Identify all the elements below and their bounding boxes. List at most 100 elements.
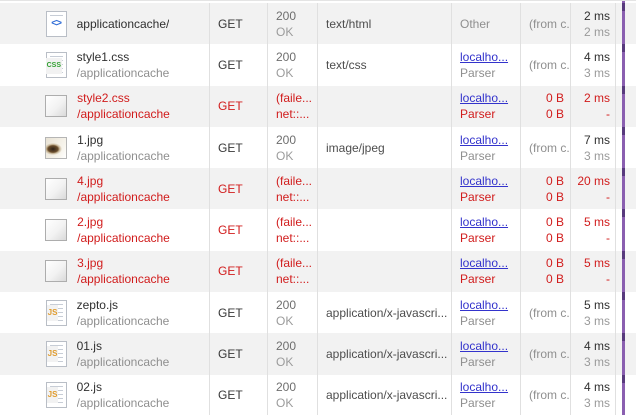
initiator-source: Parser (460, 271, 516, 287)
status-code: 200 (276, 8, 313, 24)
request-name: 02.js (77, 379, 170, 395)
initiator-link[interactable]: localho... (460, 132, 516, 148)
initiator-link[interactable]: localho... (460, 297, 516, 313)
image-file-icon (45, 137, 67, 159)
status-text: net::... (276, 106, 313, 122)
initiator-cell: localho... Parser (451, 292, 520, 333)
request-name: zepto.js (77, 297, 170, 313)
time-value: 5 ms (584, 255, 610, 271)
request-path: /applicationcache (77, 313, 170, 329)
size-content: 0 B (546, 106, 564, 122)
name-cell: 1.jpg /applicationcache (0, 127, 209, 168)
file-type-badge: JS (47, 387, 59, 403)
initiator-source: Parser (460, 148, 516, 164)
status-cell: 200 OK (267, 292, 317, 333)
size-value: 0 B (546, 255, 564, 271)
time-cell: 7 ms 3 ms (570, 127, 615, 168)
blank-file-icon (45, 178, 67, 200)
waterfall-cell (615, 127, 636, 168)
waterfall-bar (622, 375, 625, 383)
time-latency: - (606, 271, 610, 287)
method-value: GET (218, 346, 263, 362)
waterfall-cell (615, 168, 636, 209)
status-cell: (faile... net::... (267, 86, 317, 127)
request-path: /applicationcache (77, 65, 170, 81)
method-value: GET (218, 98, 263, 114)
table-row[interactable]: CSS style1.css /applicationcache GET 200… (0, 44, 636, 85)
waterfall-cell (615, 44, 636, 85)
initiator-cell: localho... Parser (451, 44, 520, 85)
table-row[interactable]: <> applicationcache/ GET 200 OK text/htm… (0, 3, 636, 44)
table-row[interactable]: JS 01.js /applicationcache GET 200 OK ap… (0, 333, 636, 374)
name-cell: JS 02.js /applicationcache (0, 375, 209, 415)
method-value: GET (218, 222, 263, 238)
file-type-badge: <> (47, 16, 66, 32)
time-cell: 5 ms - (570, 209, 615, 250)
waterfall-bar (622, 168, 625, 176)
type-cell (317, 168, 451, 209)
status-code: (faile... (276, 90, 313, 106)
request-path: /applicationcache (77, 148, 170, 164)
blank-file-icon (45, 260, 67, 282)
js-file-icon: JS (46, 382, 67, 408)
request-name: 01.js (77, 338, 170, 354)
size-cell: (from c.. (520, 44, 570, 85)
status-text: OK (276, 313, 313, 329)
initiator-cell: localho... Parser (451, 375, 520, 415)
initiator-source: Parser (460, 313, 516, 329)
initiator-link[interactable]: localho... (460, 214, 516, 230)
type-cell: application/x-javascri... (317, 292, 451, 333)
type-value: image/jpeg (326, 140, 447, 156)
type-cell: application/x-javascri... (317, 375, 451, 415)
time-latency: - (606, 106, 610, 122)
time-cell: 5 ms 3 ms (570, 292, 615, 333)
status-cell: 200 OK (267, 44, 317, 85)
table-row[interactable]: JS 02.js /applicationcache GET 200 OK ap… (0, 375, 636, 415)
name-cell: JS zepto.js /applicationcache (0, 292, 209, 333)
type-cell (317, 86, 451, 127)
initiator-link[interactable]: localho... (460, 255, 516, 271)
waterfall-cell (615, 3, 636, 44)
initiator-link[interactable]: localho... (460, 173, 516, 189)
size-cell: 0 B 0 B (520, 251, 570, 292)
status-cell: (faile... net::... (267, 209, 317, 250)
status-text: OK (276, 24, 313, 40)
file-type-badge: CSS (46, 58, 62, 74)
table-row[interactable]: 3.jpg /applicationcache GET (faile... ne… (0, 251, 636, 292)
initiator-source: Parser (460, 106, 516, 122)
initiator-link[interactable]: localho... (460, 90, 516, 106)
status-code: 200 (276, 49, 313, 65)
status-code: (faile... (276, 214, 313, 230)
request-name: 2.jpg (77, 214, 170, 230)
type-value: application/x-javascri... (326, 305, 447, 321)
size-cell: (from c.. (520, 3, 570, 44)
size-value: 0 B (546, 214, 564, 230)
table-row[interactable]: style2.css /applicationcache GET (faile.… (0, 86, 636, 127)
method-cell: GET (209, 292, 267, 333)
time-value: 20 ms (577, 173, 610, 189)
initiator-link[interactable]: localho... (460, 49, 516, 65)
waterfall-bar (622, 127, 625, 135)
method-cell: GET (209, 44, 267, 85)
request-path: /applicationcache (77, 106, 170, 122)
table-row[interactable]: JS zepto.js /applicationcache GET 200 OK… (0, 292, 636, 333)
status-cell: 200 OK (267, 333, 317, 374)
request-name: 4.jpg (77, 173, 170, 189)
network-panel: <> applicationcache/ GET 200 OK text/htm… (0, 0, 636, 415)
name-cell: style2.css /applicationcache (0, 86, 209, 127)
waterfall-bar (622, 86, 625, 94)
initiator-cell: localho... Parser (451, 209, 520, 250)
request-name: applicationcache/ (77, 16, 170, 32)
table-row[interactable]: 1.jpg /applicationcache GET 200 OK image… (0, 127, 636, 168)
type-cell: image/jpeg (317, 127, 451, 168)
initiator-source: Parser (460, 230, 516, 246)
type-value: text/html (326, 16, 447, 32)
table-row[interactable]: 2.jpg /applicationcache GET (faile... ne… (0, 209, 636, 250)
initiator-cell: localho... Parser (451, 127, 520, 168)
js-file-icon: JS (46, 300, 67, 326)
method-value: GET (218, 140, 263, 156)
table-row[interactable]: 4.jpg /applicationcache GET (faile... ne… (0, 168, 636, 209)
initiator-link[interactable]: localho... (460, 338, 516, 354)
initiator-link[interactable]: localho... (460, 379, 516, 395)
js-file-icon: JS (46, 341, 67, 367)
